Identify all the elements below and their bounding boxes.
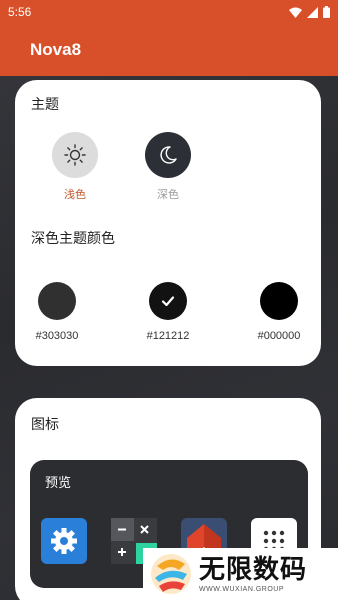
app-title: Nova8 bbox=[30, 40, 82, 59]
battery-icon bbox=[323, 6, 330, 18]
preview-title: 预览 bbox=[45, 476, 72, 491]
theme-card: 主题 浅色 深色 深色主题颜色 #303030 #121212 #000000 bbox=[15, 80, 321, 366]
moon-icon bbox=[145, 132, 191, 178]
light-mode-label: 浅色 bbox=[64, 188, 86, 201]
dark-mode-option[interactable]: 深色 bbox=[138, 132, 198, 202]
swatch-000000[interactable]: #000000 bbox=[239, 282, 319, 342]
swatch-121212[interactable]: #121212 bbox=[128, 282, 208, 342]
app-bar: Nova8 bbox=[0, 24, 338, 76]
swatch-label: #000000 bbox=[257, 330, 301, 342]
status-bar: 5:56 bbox=[0, 0, 338, 24]
dark-color-section-title: 深色主题颜色 bbox=[31, 231, 115, 247]
checkmark-icon bbox=[161, 296, 175, 307]
dark-mode-label: 深色 bbox=[157, 188, 179, 201]
watermark-main-text: 无限数码 bbox=[199, 554, 308, 585]
watermark-sub-text: WWW.WUXIAN.GROUP bbox=[199, 585, 284, 593]
settings-app-icon[interactable] bbox=[41, 518, 87, 564]
swatch-303030[interactable]: #303030 bbox=[17, 282, 97, 342]
watermark-text: 无限数码 WWW.WUXIAN.GROUP bbox=[199, 556, 307, 593]
theme-section-title: 主题 bbox=[31, 97, 59, 113]
swatch-label: #303030 bbox=[35, 330, 79, 342]
swatch-label: #121212 bbox=[146, 330, 190, 342]
swatch-circle bbox=[260, 282, 298, 320]
swatch-circle bbox=[38, 282, 76, 320]
wuxian-logo-icon bbox=[151, 554, 191, 594]
swatch-circle bbox=[149, 282, 187, 320]
wifi-icon bbox=[289, 7, 302, 18]
signal-icon bbox=[307, 6, 318, 18]
watermark: 无限数码 WWW.WUXIAN.GROUP bbox=[143, 548, 338, 600]
sun-icon bbox=[52, 132, 98, 178]
status-icons bbox=[289, 6, 330, 18]
icon-section-title: 图标 bbox=[31, 417, 59, 433]
light-mode-option[interactable]: 浅色 bbox=[45, 132, 105, 202]
status-time: 5:56 bbox=[8, 5, 32, 19]
